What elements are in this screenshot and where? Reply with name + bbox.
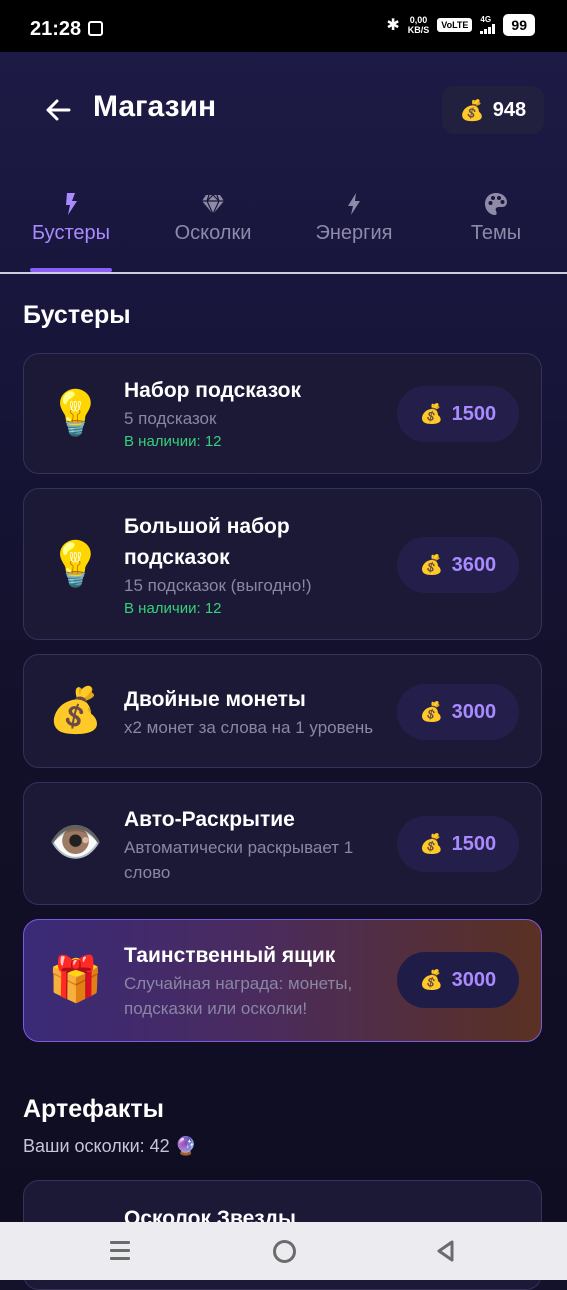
shards-balance: Ваши осколки: 42 🔮 [23,1136,198,1156]
money-bag-icon: 💰 [419,702,444,723]
section-title-artifacts: Артефакты [23,1095,165,1123]
booster-card-hints[interactable]: 💡 Набор подсказок 5 подсказок В наличии:… [23,353,542,474]
tab-themes[interactable]: Темы [426,182,566,272]
item-description: 5 подсказок [124,409,217,428]
money-bag-icon: 💰 [48,686,103,735]
price-value: 1500 [451,832,497,855]
price-value: 3000 [451,968,497,991]
triangle-back-icon [437,1240,454,1262]
item-description: x2 монет за слова на 1 уровень [124,718,374,737]
item-description: Автоматически раскрывает 1 слово [124,838,354,882]
bluetooth-icon: ✱ [386,17,400,34]
item-title: Авто-Раскрытие [124,808,295,831]
volte-badge: VoLTE [437,18,473,32]
coin-balance-value: 948 [492,98,527,121]
recent-apps-button[interactable] [110,1241,130,1265]
battery-icon: 99 [503,14,535,36]
gem-icon [202,194,224,216]
item-title: Двойные монеты [124,688,306,711]
tab-boosters[interactable]: Бустеры [1,182,141,272]
nav-back-button[interactable] [436,1240,456,1267]
buy-button[interactable]: 💰 3000 [397,684,519,740]
signal-icon: 4G [480,15,496,34]
net-speed-unit: KB/S [407,25,430,35]
notification-app-icon [88,21,103,36]
net-speed-value: 0,00 [409,15,428,25]
lightning-icon [66,193,77,215]
buy-button[interactable]: 💰 1500 [397,816,519,872]
buy-button[interactable]: 💰 3600 [397,537,519,593]
tab-energy[interactable]: Энергия [284,182,424,272]
coin-balance: 💰 948 [442,86,544,134]
tab-bar: Бустеры Осколки Энергия Темы [0,182,567,274]
palette-icon [485,193,507,215]
back-button[interactable] [40,92,76,128]
tab-label: Энергия [315,222,393,244]
booster-card-big-hints[interactable]: 💡 Большой набор подсказок 15 подсказок (… [23,488,542,640]
money-bag-icon: 💰 [419,555,444,576]
item-description: 15 подсказок (выгодно!) [124,576,312,595]
tab-label: Осколки [174,222,252,244]
item-title: Большой набор подсказок [124,515,290,569]
bolt-icon [348,193,360,215]
price-value: 3000 [451,700,497,723]
gift-icon: 🎁 [48,955,103,1004]
money-bag-icon: 💰 [419,404,444,425]
booster-card-double-coins[interactable]: 💰 Двойные монеты x2 монет за слова на 1 … [23,654,542,768]
status-indicators: ✱ 0,00 KB/S VoLTE 4G 99 [386,14,535,36]
money-bag-icon: 💰 [459,99,485,122]
network-type: 4G [480,15,492,24]
buy-button[interactable]: 💰 3000 [397,952,519,1008]
arrow-left-icon [46,99,71,121]
item-title: Набор подсказок [124,379,301,402]
money-bag-icon: 💰 [419,970,444,991]
lightbulb-icon: 💡 [48,540,103,589]
item-stock: В наличии: 12 [124,600,222,617]
tab-label: Бустеры [31,222,111,244]
status-bar: 21:28 ✱ 0,00 KB/S VoLTE 4G 99 [0,0,567,52]
system-nav-bar [0,1222,567,1280]
booster-card-mystery-box[interactable]: 🎁 Таинственный ящик Случайная награда: м… [23,919,542,1042]
price-value: 3600 [451,553,497,576]
item-stock: В наличии: 12 [124,433,222,450]
section-title-boosters: Бустеры [23,301,131,329]
price-value: 1500 [451,402,497,425]
tab-shards[interactable]: Осколки [143,182,283,272]
buy-button[interactable]: 💰 1500 [397,386,519,442]
booster-card-auto-reveal[interactable]: 👁️ Авто-Раскрытие Автоматически раскрыва… [23,782,542,905]
net-speed: 0,00 KB/S [408,15,430,35]
page-title: Магазин [93,90,217,123]
item-title: Таинственный ящик [124,944,336,967]
eye-icon: 👁️ [48,818,103,867]
lightbulb-icon: 💡 [48,389,103,438]
tab-label: Темы [470,222,522,244]
status-time: 21:28 [30,18,82,40]
home-button[interactable] [273,1240,296,1263]
tabs-divider [0,272,567,274]
money-bag-icon: 💰 [419,834,444,855]
item-description: Случайная награда: монеты, подсказки или… [124,974,353,1018]
